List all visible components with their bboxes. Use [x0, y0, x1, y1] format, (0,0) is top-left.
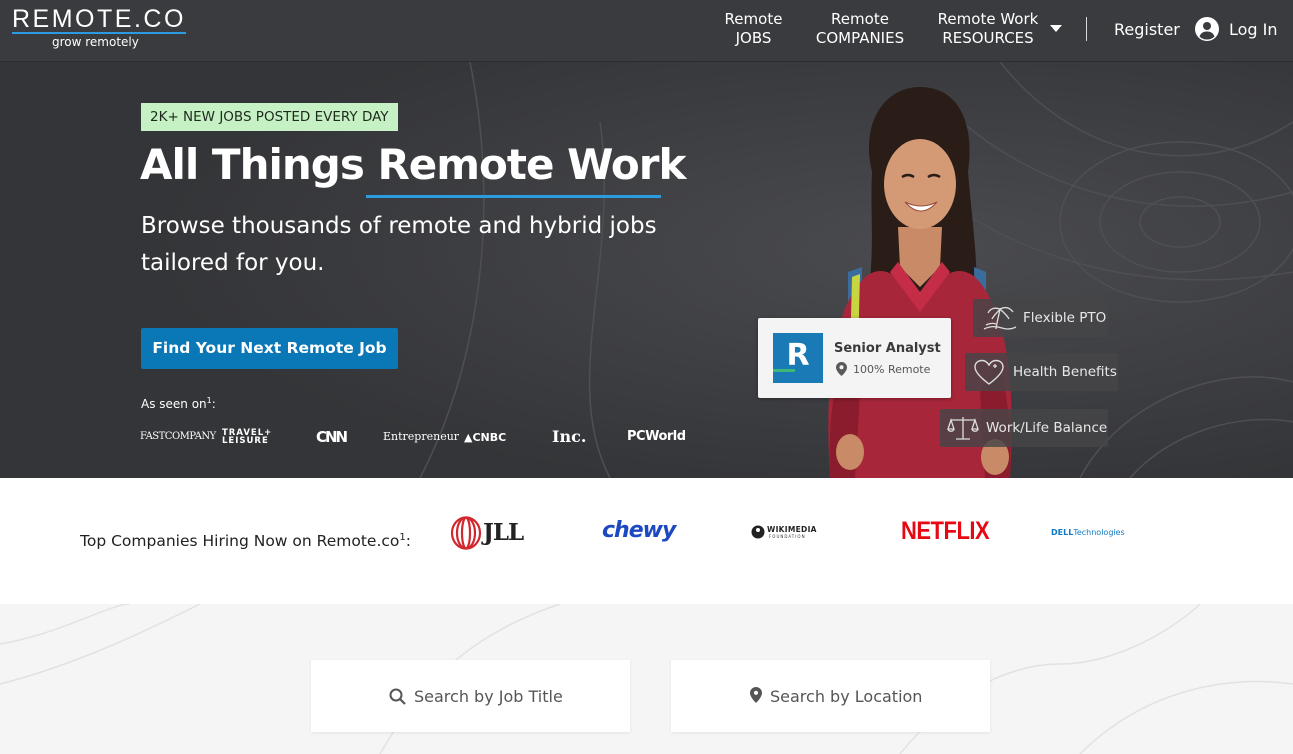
wikimedia-logo-text: WIKIMEDIA — [767, 525, 817, 534]
dell-logo-text: DELL — [1051, 528, 1074, 537]
nav-remote-work-resources[interactable]: Remote Work RESOURCES — [930, 10, 1046, 48]
nav-divider — [1086, 17, 1087, 41]
logo-underline — [12, 32, 186, 34]
hero-title-part2: Remote Work — [377, 140, 686, 189]
hero-title-underline — [366, 195, 661, 198]
netflix-logo[interactable]: NETFLIX — [901, 516, 990, 546]
cnn-logo: CNN — [316, 428, 348, 446]
wikimedia-foundation-logo[interactable]: WIKIMEDIA FOUNDATION — [751, 524, 823, 540]
site-header: REMOTE.CO grow remotely Remote JOBS Remo… — [0, 0, 1293, 62]
search-icon — [389, 688, 406, 705]
dell-technologies-logo[interactable]: DELLTechnologies — [1051, 528, 1125, 537]
as-seen-on-colon: : — [211, 397, 216, 411]
wikimedia-foundation-text: FOUNDATION — [769, 534, 806, 539]
logo-text: REMOTE.CO — [12, 5, 186, 33]
heart-plus-icon — [974, 359, 1004, 385]
nav-remote-companies-line2: COMPANIES — [815, 29, 905, 47]
cnbc-logo: ▲CNBC — [464, 431, 506, 444]
top-companies-colon: : — [405, 532, 411, 551]
location-pin-icon — [836, 362, 847, 376]
job-title-search-field[interactable]: Search by Job Title — [311, 660, 630, 732]
r-icon-accent — [773, 369, 795, 372]
nav-resources-line2: RESOURCES — [942, 29, 1034, 47]
chewy-logo[interactable]: chewy — [602, 518, 676, 543]
hero-title: All Things Remote Work — [140, 140, 686, 189]
perk-flexible-pto: Flexible PTO — [973, 299, 1108, 337]
palm-tree-icon — [983, 306, 1017, 330]
top-companies-section: Top Companies Hiring Now on Remote.co1: … — [0, 478, 1293, 604]
jll-logo[interactable]: JLL — [450, 516, 525, 550]
nav-resources-line1: Remote Work — [937, 10, 1039, 28]
logo-tagline: grow remotely — [52, 35, 139, 49]
location-search-placeholder: Search by Location — [770, 687, 923, 706]
nav-remote-companies[interactable]: Remote COMPANIES — [808, 10, 912, 48]
new-jobs-badge: 2K+ NEW JOBS POSTED EVERY DAY — [141, 103, 398, 131]
balance-scale-icon — [947, 417, 979, 440]
perk-work-life-balance: Work/Life Balance — [940, 409, 1108, 447]
nav-remote-jobs[interactable]: Remote JOBS — [716, 10, 791, 48]
perk-flexible-pto-label: Flexible PTO — [1023, 310, 1107, 326]
hero-section: 2K+ NEW JOBS POSTED EVERY DAY All Things… — [0, 62, 1293, 478]
job-title-search-placeholder: Search by Job Title — [414, 687, 563, 706]
travel-leisure-logo: TRAVEL+ LEISURE — [222, 429, 272, 446]
inc-logo: Inc. — [552, 427, 587, 446]
job-card-title: Senior Analyst — [834, 341, 941, 356]
as-seen-on-text: As seen on — [141, 397, 207, 411]
cnbc-logo-text: CNBC — [472, 431, 507, 444]
perk-health-benefits-label: Health Benefits — [1013, 364, 1117, 380]
job-card-location: 100% Remote — [853, 363, 931, 376]
find-job-button[interactable]: Find Your Next Remote Job — [141, 328, 398, 369]
chevron-down-icon[interactable] — [1050, 25, 1062, 32]
search-section: Search by Job Title Search by Location — [0, 604, 1293, 754]
nav-remote-companies-line1: Remote — [831, 10, 889, 28]
nav-remote-jobs-line2: JOBS — [735, 29, 772, 47]
jll-logo-text: JLL — [483, 519, 524, 546]
top-companies-text: Top Companies Hiring Now on Remote.co — [80, 532, 400, 551]
hero-title-part1: All Things — [140, 140, 378, 189]
entrepreneur-logo: Entrepreneur — [383, 430, 460, 443]
remote-co-logo[interactable]: REMOTE.CO grow remotely — [12, 6, 188, 54]
travel-leisure-line2: LEISURE — [222, 436, 269, 446]
pcworld-logo: PCWorld — [627, 429, 686, 444]
perk-health-benefits: Health Benefits — [965, 353, 1118, 391]
jll-mark-icon — [450, 516, 482, 550]
location-search-field[interactable]: Search by Location — [671, 660, 990, 732]
perk-work-life-balance-label: Work/Life Balance — [986, 420, 1108, 436]
register-link[interactable]: Register — [1114, 20, 1180, 39]
top-companies-label: Top Companies Hiring Now on Remote.co1: — [80, 532, 411, 550]
wikimedia-globe-icon — [751, 525, 765, 539]
remote-co-r-icon: R — [773, 333, 823, 383]
nav-remote-jobs-line1: Remote — [724, 10, 783, 28]
senior-analyst-job-card[interactable]: R Senior Analyst 100% Remote — [758, 318, 951, 398]
search-background-pattern — [0, 604, 1293, 754]
as-seen-on-label: As seen on1: — [141, 396, 216, 411]
location-pin-icon — [750, 687, 762, 703]
dell-technologies-text: Technologies — [1073, 528, 1125, 537]
hero-subtitle: Browse thousands of remote and hybrid jo… — [141, 213, 657, 276]
login-link[interactable]: Log In — [1229, 20, 1278, 39]
user-account-icon[interactable] — [1195, 17, 1219, 41]
fast-company-logo: FASTCOMPANY — [140, 431, 216, 442]
